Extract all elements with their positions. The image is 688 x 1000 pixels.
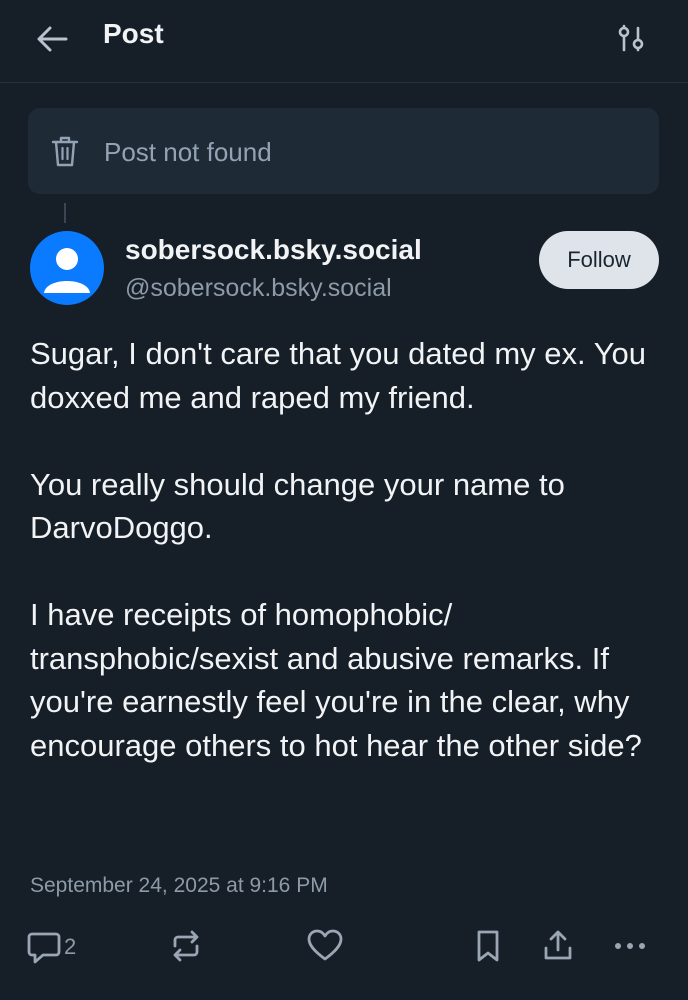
repost-icon	[173, 930, 199, 962]
trash-icon	[51, 136, 79, 167]
author-handle[interactable]: @sobersock.bsky.social	[125, 274, 392, 303]
back-button[interactable]	[30, 20, 74, 58]
not-found-label: Post not found	[104, 137, 272, 167]
post-screen: Post Post not found sobersock.bsky.socia…	[0, 0, 688, 1000]
thread-settings-button[interactable]	[612, 20, 652, 58]
reply-count: 2	[64, 934, 77, 959]
heart-icon	[307, 929, 343, 961]
post-text: Sugar, I don't care that you dated my ex…	[30, 332, 670, 767]
post-paragraph: You really should change your name to Da…	[30, 466, 565, 546]
more-options-button[interactable]	[610, 926, 650, 968]
post-not-found-notice: Post not found	[28, 108, 659, 194]
reply-button[interactable]: 2	[26, 926, 106, 968]
bookmark-button[interactable]	[472, 926, 506, 968]
page-title: Post	[103, 18, 164, 49]
share-icon	[544, 930, 572, 960]
follow-button[interactable]: Follow	[539, 231, 659, 289]
post-timestamp: September 24, 2025 at 9:16 PM	[30, 874, 328, 897]
post-paragraph: I have receipts of homophobic/ transphob…	[30, 597, 642, 763]
bookmark-icon	[477, 930, 499, 962]
share-button[interactable]	[540, 926, 576, 968]
avatar[interactable]	[30, 231, 104, 305]
thread-connector	[64, 203, 66, 223]
arrow-left-icon	[37, 26, 68, 52]
reply-icon	[27, 932, 61, 964]
like-button[interactable]	[306, 926, 346, 968]
post-paragraph: Sugar, I don't care that you dated my ex…	[30, 336, 647, 415]
default-avatar-icon	[44, 248, 90, 293]
top-bar: Post	[0, 0, 688, 83]
author-display-name[interactable]: sobersock.bsky.social	[125, 234, 422, 266]
sliders-icon	[618, 24, 644, 52]
repost-button[interactable]	[168, 926, 208, 968]
more-icon	[615, 943, 645, 949]
